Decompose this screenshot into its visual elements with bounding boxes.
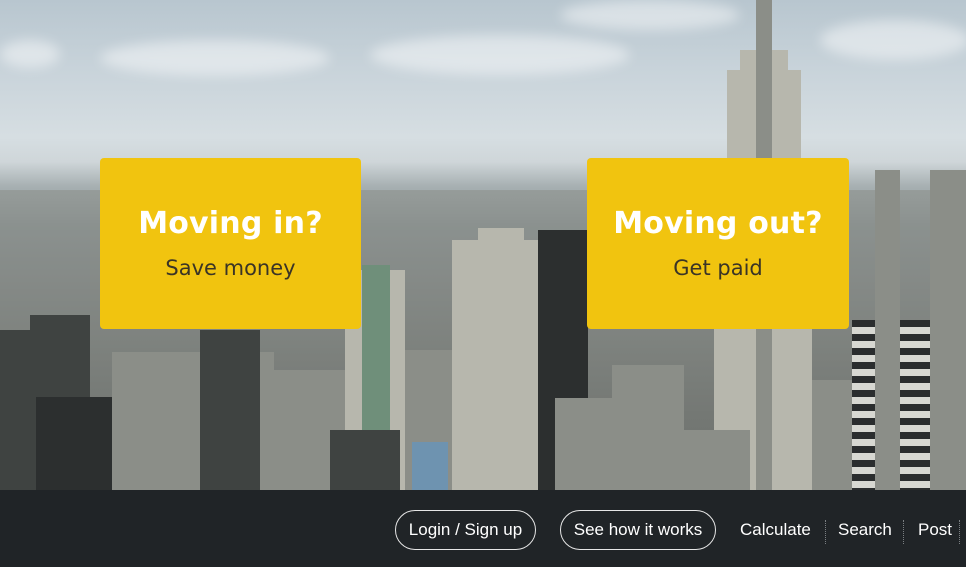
nav-calculate-link[interactable]: Calculate (740, 510, 811, 550)
building (612, 365, 684, 490)
cloud (0, 40, 60, 68)
moving-in-title: Moving in? (138, 206, 323, 241)
tower-crown (478, 228, 524, 490)
cloud (820, 20, 966, 60)
cloud (370, 35, 630, 75)
moving-out-title: Moving out? (613, 206, 823, 241)
moving-in-subtitle: Save money (165, 256, 296, 280)
building (930, 170, 966, 490)
building (330, 430, 400, 490)
building (412, 442, 448, 490)
nav-search-link[interactable]: Search (838, 510, 892, 550)
nav-divider (825, 520, 826, 544)
bottom-nav-bar: Login / Sign up See how it works Calcula… (0, 490, 966, 567)
nav-post-link[interactable]: Post (918, 510, 952, 550)
nav-divider (959, 520, 960, 544)
moving-out-subtitle: Get paid (673, 256, 763, 280)
login-signup-button[interactable]: Login / Sign up (395, 510, 536, 550)
building (200, 330, 260, 490)
building (875, 170, 900, 490)
building (680, 430, 750, 490)
nav-divider (903, 520, 904, 544)
moving-out-card[interactable]: Moving out? Get paid (587, 158, 849, 329)
building (812, 380, 857, 490)
cloud (560, 0, 740, 30)
moving-in-card[interactable]: Moving in? Save money (100, 158, 361, 329)
cloud (100, 40, 330, 76)
see-how-it-works-button[interactable]: See how it works (560, 510, 716, 550)
